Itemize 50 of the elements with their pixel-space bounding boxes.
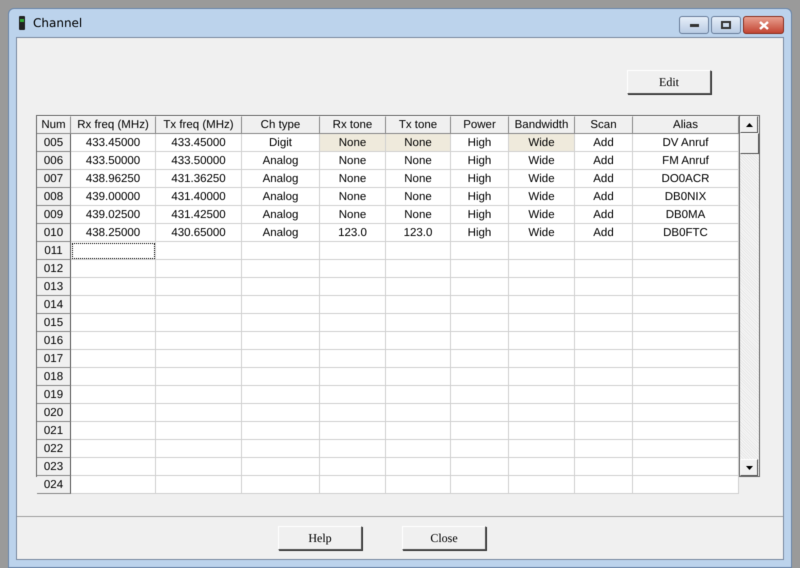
table-cell[interactable]: None <box>320 134 386 152</box>
column-header[interactable]: Alias <box>633 116 739 134</box>
table-cell[interactable]: Wide <box>509 134 575 152</box>
row-header[interactable]: 007 <box>37 170 71 188</box>
maximize-icon <box>721 21 731 29</box>
close-dialog-button[interactable]: Close <box>402 526 486 550</box>
edit-button[interactable]: Edit <box>627 70 711 94</box>
row-header[interactable]: 009 <box>37 206 71 224</box>
column-header[interactable]: Tx tone <box>386 116 451 134</box>
row-header[interactable]: 011 <box>37 242 71 260</box>
scrollbar[interactable] <box>739 116 759 476</box>
row-header[interactable]: 019 <box>37 386 71 404</box>
down-arrow-icon <box>746 466 752 470</box>
maximize-button[interactable] <box>711 16 741 34</box>
row-header[interactable]: 006 <box>37 152 71 170</box>
column-header[interactable]: Power <box>451 116 509 134</box>
row-header[interactable]: 015 <box>37 314 71 332</box>
row-header[interactable]: 023 <box>37 458 71 476</box>
column-header[interactable]: Tx freq (MHz) <box>156 116 242 134</box>
column-header[interactable]: Rx tone <box>320 116 386 134</box>
scroll-up-button[interactable] <box>740 116 758 133</box>
row-header[interactable]: 008 <box>37 188 71 206</box>
row-header[interactable]: 021 <box>37 422 71 440</box>
column-header[interactable]: Num <box>37 116 71 134</box>
row-header[interactable]: 012 <box>37 260 71 278</box>
close-button[interactable] <box>743 16 784 34</box>
minimize-button[interactable] <box>679 16 709 34</box>
row-header[interactable]: 005 <box>37 134 71 152</box>
column-header[interactable]: Bandwidth <box>509 116 575 134</box>
row-header[interactable]: 018 <box>37 368 71 386</box>
row-header[interactable]: 016 <box>37 332 71 350</box>
close-icon <box>758 20 768 30</box>
table-cell[interactable]: None <box>386 134 451 152</box>
scroll-thumb[interactable] <box>740 133 759 154</box>
row-header[interactable]: 020 <box>37 404 71 422</box>
radio-icon <box>18 16 26 30</box>
window-title: Channel <box>33 16 82 30</box>
row-header[interactable]: 010 <box>37 224 71 242</box>
help-button[interactable]: Help <box>278 526 362 550</box>
minimize-icon <box>690 24 698 26</box>
column-header[interactable]: Scan <box>575 116 633 134</box>
row-header[interactable]: 022 <box>37 440 71 458</box>
row-header[interactable]: 017 <box>37 350 71 368</box>
up-arrow-icon <box>746 122 752 126</box>
row-header[interactable]: 013 <box>37 278 71 296</box>
row-header[interactable]: 024 <box>37 476 71 494</box>
column-header[interactable]: Rx freq (MHz) <box>71 116 156 134</box>
scroll-down-button[interactable] <box>740 459 758 476</box>
row-header[interactable]: 014 <box>37 296 71 314</box>
column-header[interactable]: Ch type <box>242 116 320 134</box>
